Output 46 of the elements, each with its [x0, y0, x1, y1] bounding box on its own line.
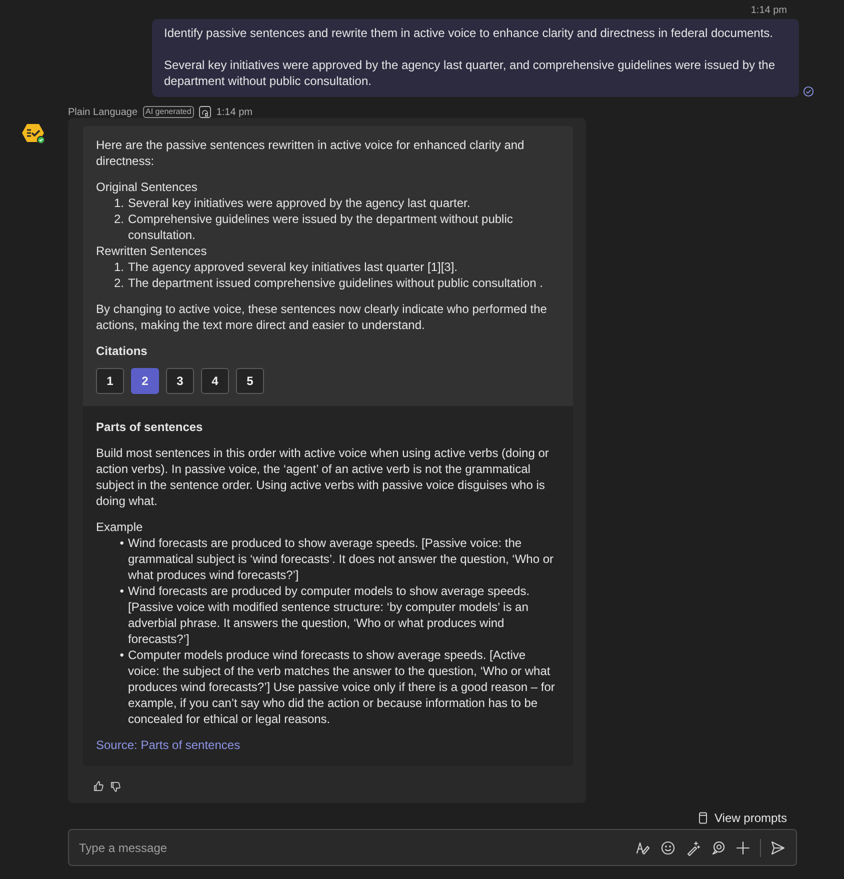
citation-button[interactable]: 5	[236, 368, 264, 394]
citation-button[interactable]: 1	[96, 368, 124, 394]
thumbs-down-icon[interactable]	[109, 780, 122, 793]
read-check-icon	[803, 86, 814, 97]
bullet-mark: •	[118, 647, 125, 664]
view-prompts-link[interactable]: View prompts	[714, 811, 787, 825]
message-time: 1:14 pm	[750, 5, 787, 16]
message-text: Several key initiatives were approved by the agency last quarter, and comprehensive guidelines were issued by the department without public consultation.	[164, 57, 776, 89]
list-item: Wind forecasts are produced to show average speeds. [Passive voice: the grammatical subject is ‘wind forecasts’. It does not answer the question, ‘Who or what produces wind forecasts?’]	[128, 535, 555, 583]
source-link[interactable]: Source: Parts of sentences	[96, 737, 240, 753]
reference-title: Parts of sentences	[96, 419, 204, 435]
list-number: 1.	[112, 259, 125, 275]
list-item: Computer models produce wind forecasts to show average speeds. [Active voice: the subject of the verb matches the answer to the question, ‘Who or what produces wind forecasts?’] Use passive voice only if there is a good reason – for example, if you can’t say who did the action or because information has to be concealed for ethical or legal reasons.	[128, 647, 556, 727]
magic-pen-icon[interactable]	[685, 840, 701, 856]
citation-button[interactable]: 4	[201, 368, 229, 394]
sender-name: Plain Language	[68, 106, 138, 118]
chat-bubble-icon[interactable]	[710, 840, 726, 856]
section-heading: Rewritten Sentences	[96, 243, 208, 259]
bullet-mark: •	[118, 535, 125, 552]
thumbs-up-icon[interactable]	[92, 780, 105, 793]
plus-icon[interactable]	[735, 840, 751, 856]
message-field[interactable]: Type a message	[68, 829, 797, 866]
list-number: 2.	[112, 275, 125, 291]
citations-heading: Citations	[96, 343, 148, 359]
example-heading: Example	[96, 519, 144, 535]
citation-button[interactable]: 3	[166, 368, 194, 394]
conclusion-text: By changing to active voice, these sentences now clearly indicate who performed the actions, making the text more direct and easier to understand.	[96, 301, 548, 333]
intro-text: Here are the passive sentences rewritten in active voice for enhanced clarity and directness:	[96, 137, 526, 169]
format-icon[interactable]	[635, 840, 651, 856]
list-item: The agency approved several key initiatives last quarter [1][3].	[128, 259, 459, 275]
list-number: 2.	[112, 211, 125, 228]
list-item: Comprehensive guidelines were issued by the department without public consultation.	[128, 211, 514, 243]
emoji-icon[interactable]	[660, 840, 676, 856]
message-text: Identify passive sentences and rewrite them in active voice to enhance clarity and directness in federal documents.	[164, 25, 774, 41]
message-field[interactable]: Type a message	[79, 840, 635, 854]
bot-avatar-icon	[21, 122, 47, 146]
reference-body: Build most sentences in this order with active voice when using active verbs (doing or action verbs). In passive voice, the ‘agent’ of an active verb is not the grammatical subject in the sentence order. Using active verbs with passive voice disguises who is doing what.	[96, 445, 550, 509]
list-item: Several key initiatives were approved by the agency last quarter.	[128, 195, 472, 211]
list-number: 1.	[112, 195, 125, 211]
section-heading: Original Sentences	[96, 179, 198, 195]
send-icon[interactable]	[770, 840, 786, 856]
bullet-mark: •	[118, 583, 125, 600]
list-item: Wind forecasts are produced by computer models to show average speeds. [Passive voice with modified sentence structure: ‘by computer models’ is an adverbial phrase. It answers the question, ‘Who or what produces wind forecasts?’]	[128, 583, 531, 647]
message-time: 1:14 pm	[216, 106, 252, 118]
citation-button[interactable]: 2	[131, 368, 159, 394]
list-item: The department issued comprehensive guidelines without public consultation .	[128, 275, 544, 291]
